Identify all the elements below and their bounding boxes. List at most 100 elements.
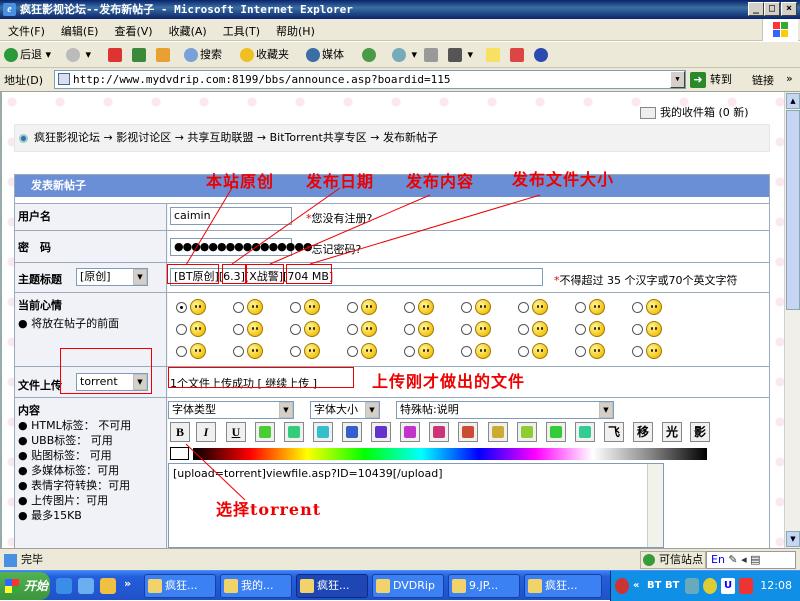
tray-network-icon[interactable] (685, 578, 699, 594)
textarea-scrollbar[interactable] (647, 464, 663, 547)
menu-help[interactable]: 帮助(H) (268, 19, 323, 43)
taskbar-button[interactable]: 疯狂... (144, 574, 216, 598)
tray-truebest-icon[interactable] (739, 578, 753, 594)
menu-view[interactable]: 查看(V) (106, 19, 160, 43)
ie-quicklaunch-icon[interactable] (56, 578, 72, 594)
media-button[interactable] (429, 422, 449, 442)
fly-button[interactable] (546, 422, 566, 442)
mood-radio[interactable] (632, 302, 643, 313)
color-palette[interactable] (193, 448, 707, 460)
mail-button[interactable]: ▾ (392, 45, 417, 65)
shadow-button[interactable]: 移 (633, 422, 653, 442)
address-dropdown-icon[interactable]: ▼ (670, 71, 685, 88)
qq-quicklaunch-icon[interactable] (100, 578, 116, 594)
taskbar-button[interactable]: 疯狂... (296, 574, 368, 598)
italic-button[interactable]: I (196, 422, 216, 442)
scroll-up-icon[interactable]: ▲ (786, 93, 800, 109)
quote-button[interactable] (458, 422, 478, 442)
menu-favorites[interactable]: 收藏(A) (161, 19, 215, 43)
move-button[interactable] (575, 422, 595, 442)
edit-button[interactable]: ▾ (448, 45, 473, 65)
password-field[interactable]: ●●●●●●●●●●●●●●●● (170, 238, 313, 256)
tray-bt-icon[interactable]: BT (647, 578, 661, 594)
minimize-button[interactable]: _ (748, 2, 764, 16)
paw-button[interactable] (534, 45, 550, 65)
tray-u-icon[interactable]: U (721, 578, 735, 594)
inbox-link[interactable]: 我的收件箱 (0 新) (640, 104, 749, 120)
tray-messenger-icon[interactable] (703, 578, 717, 594)
security-zone[interactable]: 可信站点 (640, 551, 706, 569)
mood-radio[interactable] (233, 324, 244, 335)
mood-radio[interactable] (347, 346, 358, 357)
close-button[interactable]: × (781, 2, 797, 16)
tray-app-icon[interactable] (615, 578, 629, 594)
forward-button[interactable]: ▾ (66, 45, 91, 65)
taskbar-button[interactable]: DVDRip (372, 574, 444, 598)
light-button[interactable]: 飞 (604, 422, 624, 442)
mood-radio[interactable] (404, 324, 415, 335)
mood-radio[interactable] (347, 324, 358, 335)
home-button[interactable] (156, 45, 172, 65)
taskbar-button[interactable]: 疯狂... (524, 574, 602, 598)
font-size-select[interactable]: 字体大小 ▼ (310, 401, 380, 419)
mood-radio[interactable] (575, 346, 586, 357)
color-button[interactable]: 影 (690, 422, 710, 442)
mood-radio[interactable] (518, 346, 529, 357)
more-links-icon[interactable]: » (786, 72, 793, 85)
mood-radio[interactable] (176, 324, 187, 335)
search-button[interactable]: 搜索 (184, 45, 222, 65)
mood-radio[interactable] (233, 346, 244, 357)
tray-expand-icon[interactable]: « (633, 578, 647, 594)
menu-file[interactable]: 文件(F) (0, 19, 53, 43)
mood-radio[interactable] (518, 302, 529, 313)
start-button[interactable]: 开始 (0, 572, 50, 600)
center-button[interactable] (255, 422, 275, 442)
print-button[interactable] (424, 45, 440, 65)
discuss-button[interactable] (486, 45, 502, 65)
links-button[interactable]: 链接 (752, 72, 774, 88)
link-button[interactable] (284, 422, 304, 442)
mood-radio[interactable] (290, 346, 301, 357)
subject-prefix-select[interactable]: [原创] ▼ (76, 268, 148, 286)
mood-radio[interactable] (461, 324, 472, 335)
mood-radio[interactable] (632, 346, 643, 357)
flash-button[interactable] (371, 422, 391, 442)
mood-radio[interactable] (518, 324, 529, 335)
sound-button[interactable] (400, 422, 420, 442)
go-button[interactable]: ➜ 转到 (690, 70, 744, 89)
taskbar-button[interactable]: 9.JP... (448, 574, 520, 598)
url-button[interactable] (313, 422, 333, 442)
underline-button[interactable]: U (226, 422, 246, 442)
mood-radio[interactable] (176, 302, 187, 313)
mood-radio[interactable] (632, 324, 643, 335)
mood-radio[interactable] (404, 302, 415, 313)
stop-button[interactable] (108, 45, 124, 65)
clock[interactable]: 12:08 (760, 571, 792, 601)
scroll-down-icon[interactable]: ▼ (786, 531, 800, 547)
mood-radio[interactable] (404, 346, 415, 357)
address-input[interactable]: http://www.mydvdrip.com:8199/bbs/announc… (54, 70, 686, 89)
language-bar[interactable]: En ✎ ◂ ▤ (706, 551, 796, 569)
current-color-swatch[interactable] (170, 447, 189, 460)
mood-radio[interactable] (347, 302, 358, 313)
emoticon-button[interactable]: 光 (662, 422, 682, 442)
forgot-password-link[interactable]: 忘记密码? (312, 243, 362, 256)
more-quicklaunch-icon[interactable]: » (124, 577, 131, 590)
maximize-button[interactable]: □ (764, 2, 780, 16)
vertical-scrollbar[interactable]: ▲ ▼ (784, 92, 800, 548)
mood-radio[interactable] (290, 324, 301, 335)
mood-radio[interactable] (575, 324, 586, 335)
mood-radio[interactable] (290, 302, 301, 313)
username-field[interactable]: caimin (170, 207, 292, 225)
mood-radio[interactable] (176, 346, 187, 357)
scroll-thumb[interactable] (786, 110, 800, 310)
mood-radio[interactable] (461, 302, 472, 313)
outlook-quicklaunch-icon[interactable] (78, 578, 94, 594)
mood-radio[interactable] (233, 302, 244, 313)
mood-radio[interactable] (575, 302, 586, 313)
history-button[interactable] (362, 45, 378, 65)
register-link[interactable]: 您没有注册? (312, 212, 373, 225)
refresh-button[interactable] (132, 45, 148, 65)
image-button[interactable] (342, 422, 362, 442)
tray-bt2-icon[interactable]: BT (665, 578, 679, 594)
